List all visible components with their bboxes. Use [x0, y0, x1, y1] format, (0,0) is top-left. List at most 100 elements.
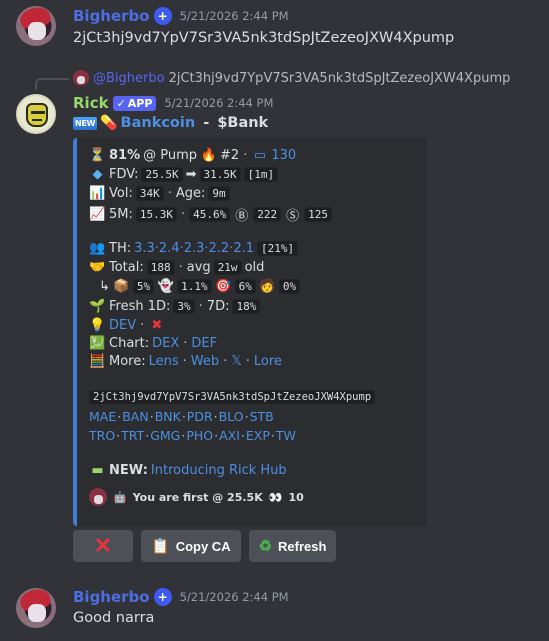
reply-preview[interactable]: @Bigherbo 2jCt3hj9vd7YpV7Sr3VA5nk3tdSpJt…	[73, 70, 510, 86]
vol-label: Vol:	[109, 186, 133, 201]
embed-line-fdv: ◆ FDV: 25.5K ➡ 31.5K [1m]	[89, 167, 279, 182]
embed-line-th: 👥 TH: 3.3·2.4·2.3·2.2·2.1 [21%]	[89, 241, 299, 256]
exchange-links-row-2: TRO·TRT·GMG·PHO·AXI·EXP·TW	[89, 428, 296, 443]
exchange-link[interactable]: EXP	[246, 428, 270, 443]
exchange-link[interactable]: MAE	[89, 409, 116, 424]
username[interactable]: Bigherbo	[73, 7, 150, 25]
reply-username[interactable]: @Bigherbo	[93, 71, 165, 86]
separator-dot: ·	[117, 409, 122, 424]
separator-dot: ·	[181, 428, 186, 443]
buy-count: 222	[253, 207, 282, 222]
close-icon: ✕	[93, 533, 113, 558]
x-link[interactable]: 𝕏	[231, 354, 241, 369]
avatar[interactable]	[16, 6, 56, 46]
breakdown-b: 1.1%	[177, 279, 212, 294]
fdv-label: FDV:	[109, 167, 139, 182]
news-label: NEW:	[109, 463, 148, 478]
bitcoin-icon: Ⓑ	[235, 209, 249, 224]
token-name-link[interactable]: Bankcoin	[121, 115, 196, 131]
hourglass-icon: ⏳	[89, 148, 106, 163]
first-count: 10	[288, 490, 304, 504]
exchange-link[interactable]: BLO	[219, 409, 244, 424]
lens-link[interactable]: Lens	[149, 354, 179, 369]
exchange-link[interactable]: BNK	[155, 409, 181, 424]
th-values[interactable]: 3.3·2.4·2.3·2.2·2.1	[134, 241, 254, 256]
fresh-7d: 18%	[232, 299, 261, 314]
branch-arrow-icon: ↳	[99, 279, 110, 294]
exchange-link[interactable]: PHO	[186, 428, 213, 443]
fdv-from: 25.5K	[141, 167, 183, 182]
username-rick[interactable]: Rick	[73, 94, 109, 112]
chart-icon: 📊	[89, 186, 106, 201]
target-icon: 🎯	[215, 279, 232, 294]
reply-connector	[35, 78, 69, 90]
m5-label: 5M:	[109, 207, 133, 222]
exchange-link[interactable]: TRT	[121, 428, 144, 443]
web-link[interactable]: Web	[191, 354, 219, 369]
dev-link[interactable]: DEV	[109, 318, 136, 333]
avatar[interactable]	[16, 588, 56, 628]
timestamp: 5/21/2026 2:44 PM	[179, 9, 289, 23]
cross-icon: ✖	[151, 318, 163, 333]
embed-line-vol: 📊 Vol: 34K · Age: 9m	[89, 186, 230, 201]
exchange-links-row-1: MAE·BAN·BNK·PDR·BLO·STB	[89, 409, 274, 424]
avatar-rick[interactable]	[16, 94, 56, 134]
refresh-button[interactable]: ♻ Refresh	[248, 530, 337, 562]
action-buttons: ✕ 📋 Copy CA ♻ Refresh	[73, 530, 337, 562]
exchange-link[interactable]: STB	[250, 409, 274, 424]
fresh-label: Fresh 1D:	[109, 299, 171, 314]
robot-icon: 🤖	[113, 490, 127, 504]
exchange-link[interactable]: PDR	[187, 409, 213, 424]
card-icon: ▬	[91, 463, 104, 478]
fdv-period: [1m]	[243, 167, 279, 182]
count-link[interactable]: 130	[271, 148, 296, 163]
percent-value: 81%	[109, 148, 141, 163]
copy-ca-button[interactable]: 📋 Copy CA	[141, 530, 241, 562]
exchange-link[interactable]: GMG	[150, 428, 180, 443]
separator-dot: ·	[181, 409, 186, 424]
fresh-7d-label: 7D:	[206, 299, 230, 314]
separator-dot: ·	[244, 409, 249, 424]
dex-link[interactable]: DEX	[152, 336, 179, 351]
embed-line-dev: 💡 DEV · ✖	[89, 318, 165, 333]
more-label: More:	[109, 354, 146, 369]
lore-link[interactable]: Lore	[254, 354, 282, 369]
avg-suffix: old	[244, 260, 265, 275]
token-ticker: $Bank	[217, 115, 269, 131]
news-link[interactable]: Introducing Rick Hub	[151, 463, 287, 478]
app-badge-label: APP	[127, 96, 153, 110]
def-link[interactable]: DEF	[191, 336, 217, 351]
embed-line-summary: ⏳ 81% @ Pump 🔥 #2 · ▭ 130	[89, 148, 297, 163]
avg-value: 21w	[213, 260, 242, 275]
vol-value: 34K	[135, 186, 164, 201]
abacus-icon: 🧮	[89, 354, 106, 369]
exchange-link[interactable]: BAN	[122, 409, 148, 424]
exchange-link[interactable]: TW	[276, 428, 296, 443]
eyes-icon: 👀	[268, 490, 283, 504]
rick-face-icon	[26, 103, 48, 127]
exchange-link[interactable]: AXI	[219, 428, 240, 443]
timestamp: 5/21/2026 2:44 PM	[164, 96, 274, 110]
age-value: 9m	[208, 186, 230, 201]
timestamp: 5/21/2026 2:44 PM	[179, 590, 289, 604]
token-title: NEW 💊 Bankcoin - $Bank	[73, 115, 268, 131]
close-button[interactable]: ✕	[73, 530, 133, 562]
reply-text[interactable]: 2jCt3hj9vd7YpV7Sr3VA5nk3tdSpJtZezeoJXW4X…	[169, 71, 511, 86]
diamond-icon: ◆	[92, 167, 103, 182]
total-label: Total:	[109, 260, 144, 275]
copy-ca-label: Copy CA	[175, 538, 231, 554]
embed-line-fresh: 🌱 Fresh 1D: 3% · 7D: 18%	[89, 299, 261, 314]
exchange-link[interactable]: TRO	[89, 428, 115, 443]
contract-address[interactable]: 2jCt3hj9vd7YpV7Sr3VA5nk3tdSpJtZezeoJXW4X…	[89, 390, 376, 404]
username[interactable]: Bigherbo	[73, 588, 150, 606]
refresh-label: Refresh	[278, 538, 327, 554]
bulb-icon: 💡	[89, 318, 106, 333]
pill-icon: 💊	[100, 115, 118, 131]
tv-icon: ▭	[253, 148, 266, 163]
embed-footer: 🤖 You are first @ 25.5K 👀 10	[89, 488, 304, 506]
embed-line-5m: 📈 5M: 15.3K · 45.6% Ⓑ 222 Ⓢ 125	[89, 205, 333, 224]
separator-dot: ·	[145, 428, 150, 443]
message-bigherbo-1: Bigherbo + 5/21/2026 2:44 PM 2jCt3hj9vd7…	[0, 0, 549, 60]
th-total: [21%]	[257, 241, 299, 256]
separator-dot: ·	[116, 428, 121, 443]
